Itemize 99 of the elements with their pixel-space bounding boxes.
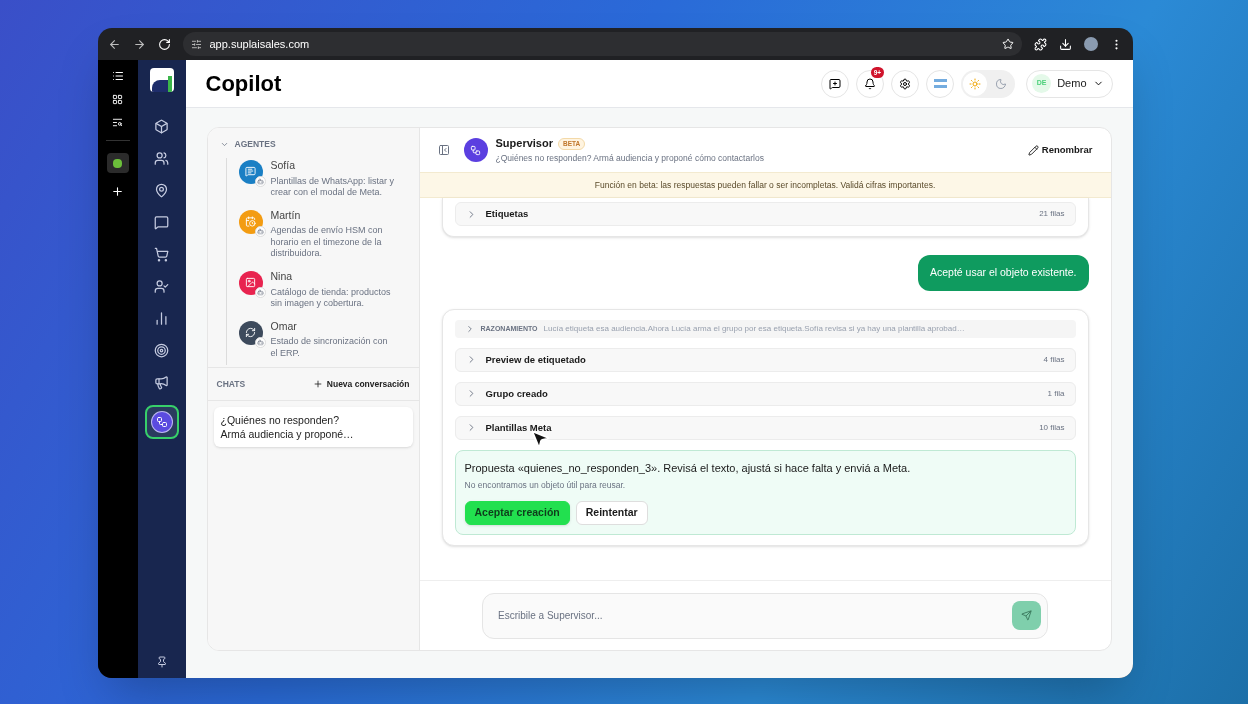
- collapsible-row[interactable]: Plantillas Meta 10 filas: [454, 415, 1076, 440]
- agent-item[interactable]: Nina Catálogo de tienda: productos sin imagen y cobertura.: [238, 268, 419, 310]
- reload-icon[interactable]: [157, 37, 171, 51]
- chat-icon: [245, 166, 256, 178]
- cart-icon: [154, 246, 169, 262]
- pin-icon[interactable]: [155, 656, 168, 668]
- row-count: 21 filas: [1039, 208, 1065, 220]
- chat-title-line: Armá audiencia y proponé…: [220, 427, 355, 442]
- moon-icon: [995, 77, 1008, 90]
- back-icon[interactable]: [107, 37, 121, 51]
- retry-button[interactable]: Reintentar: [575, 501, 648, 525]
- extensions-icon[interactable]: [1033, 37, 1047, 51]
- send-button[interactable]: [1012, 601, 1041, 630]
- add-icon[interactable]: [111, 185, 124, 198]
- bot-badge-icon: [254, 286, 266, 298]
- target-icon: [154, 342, 169, 358]
- image-icon: [245, 277, 256, 289]
- user-name: Demo: [1057, 76, 1087, 92]
- chat-icon: [154, 214, 169, 230]
- bot-badge-icon: [254, 225, 266, 237]
- nav-item[interactable]: [152, 341, 171, 359]
- send-icon: [1021, 610, 1032, 621]
- flag-icon: [933, 79, 947, 88]
- section-title: Grupo creado: [485, 386, 548, 401]
- bot-badge-icon: [254, 175, 266, 187]
- grid-icon[interactable]: [112, 94, 123, 105]
- users-icon: [154, 150, 169, 166]
- user-check-icon: [154, 278, 169, 294]
- agent-name: Nina: [270, 268, 294, 284]
- section-title: Etiquetas: [485, 206, 529, 221]
- page-title: Copilot: [205, 70, 282, 98]
- agent-title: Supervisor: [495, 136, 553, 152]
- sun-icon: [969, 77, 982, 90]
- rename-button[interactable]: Renombrar: [1027, 142, 1093, 158]
- proposal-note: No encontramos un objeto útil para reusar.: [464, 479, 627, 492]
- collapsible-row[interactable]: Grupo creado 1 fila: [454, 381, 1076, 406]
- site-info-icon[interactable]: [190, 38, 202, 50]
- forward-icon[interactable]: [132, 37, 146, 51]
- agent-description: Plantillas de WhatsApp: listar y crear con el modal de Meta.: [270, 175, 395, 199]
- chat-title-line: ¿Quiénes no responden?: [220, 413, 340, 428]
- agent-item[interactable]: Sofía Plantillas de WhatsApp: listar y crear con el modal de Meta.: [238, 157, 419, 199]
- workflow-icon: [155, 416, 168, 428]
- proposal-title: Propuesta «quienes_no_responden_3». Revisá el texto, ajustá si hace falta y enviá a Meta.: [464, 460, 912, 476]
- collapsible-row[interactable]: Preview de etiquetado 4 filas: [454, 347, 1076, 372]
- search-icon[interactable]: [112, 117, 123, 128]
- theme-toggle[interactable]: [961, 69, 1016, 98]
- agent-name: Martín: [270, 207, 302, 223]
- nav-item[interactable]: [152, 373, 171, 391]
- plus-icon: [312, 379, 323, 390]
- row-count: 4 filas: [1043, 353, 1065, 366]
- profile-avatar[interactable]: [1083, 37, 1098, 51]
- pencil-icon: [1027, 144, 1039, 156]
- agent-item[interactable]: Martín Agendas de envío HSM con horario en el timezone de la distribuidora.: [238, 207, 419, 260]
- agent-description: Agendas de envío HSM con horario en el timezone de la distribuidora.: [270, 225, 384, 260]
- bar-chart-icon: [154, 310, 169, 326]
- reasoning-text: Lucía etiqueta esa audiencia.Ahora Lucía arma el grupo por esa etiqueta.Sofía revisa si ya hay una plantilla aprobad…: [543, 322, 965, 335]
- row-count: 10 filas: [1039, 421, 1065, 434]
- message-plus-icon: [829, 77, 842, 90]
- calendar-icon: [245, 216, 256, 227]
- nav-item[interactable]: [152, 245, 171, 263]
- nav-item[interactable]: [152, 213, 171, 231]
- user-message: Acepté usar el objeto existente.: [918, 255, 1089, 291]
- section-title: Plantillas Meta: [485, 420, 552, 435]
- beta-banner: Función en beta: las respuestas pueden fallar o ser incompletas. Validá cifras importantes.: [419, 172, 1111, 198]
- bookmark-star-icon[interactable]: [1001, 38, 1014, 50]
- nav-item[interactable]: [152, 277, 171, 295]
- box-icon: [154, 118, 169, 134]
- agent-description: Catálogo de tienda: productos sin imagen y cobertura.: [270, 286, 392, 310]
- bot-badge-icon: [254, 336, 266, 348]
- nav-item[interactable]: [152, 149, 171, 167]
- agent-name: Sofía: [270, 157, 297, 173]
- agents-toggle[interactable]: AGENTES: [207, 128, 419, 151]
- accept-button[interactable]: Aceptar creación: [464, 501, 570, 525]
- collapsible-row[interactable]: Etiquetas 21 filas: [454, 202, 1076, 226]
- app-logo: [149, 68, 174, 92]
- sync-icon: [245, 327, 256, 338]
- agent-item[interactable]: Omar Estado de sincronización con el ERP.: [238, 318, 419, 360]
- app-logo-tile[interactable]: [106, 153, 129, 173]
- address-bar[interactable]: app.suplaisales.com: [182, 32, 1022, 56]
- sidebar-toggle-icon[interactable]: [111, 70, 124, 82]
- settings-icon: [899, 77, 912, 90]
- section-title: Preview de etiquetado: [485, 352, 586, 367]
- row-count: 1 fila: [1047, 387, 1065, 400]
- message-input[interactable]: Escribile a Supervisor...: [482, 592, 1048, 639]
- new-conversation-button[interactable]: Nueva conversación: [312, 377, 410, 391]
- workflow-icon: [470, 144, 481, 156]
- megaphone-icon: [154, 374, 169, 390]
- chats-label: CHATS: [216, 377, 246, 391]
- nav-item[interactable]: [152, 117, 171, 135]
- chat-item[interactable]: ¿Quiénes no responden? Armá audiencia y proponé…: [213, 407, 413, 448]
- collapse-panel-icon[interactable]: [437, 144, 450, 156]
- bell-icon: [864, 77, 877, 90]
- nav-item[interactable]: [144, 405, 179, 439]
- agent-description: Estado de sincronización con el ERP.: [270, 336, 389, 360]
- url-text: app.suplaisales.com: [209, 36, 310, 52]
- agent-name: Omar: [270, 318, 298, 334]
- map-pin-icon: [154, 182, 169, 198]
- download-icon[interactable]: [1058, 37, 1072, 51]
- conversation-subtitle: ¿Quiénes no responden? Armá audiencia y proponé cómo contactarlos: [495, 151, 764, 165]
